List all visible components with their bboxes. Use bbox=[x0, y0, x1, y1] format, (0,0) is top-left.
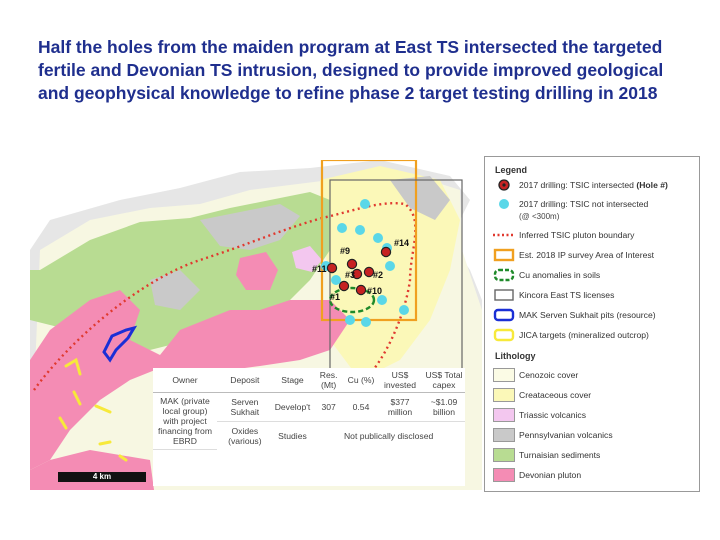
legend-item: 2017 drilling: TSIC intersected (Hole #) bbox=[493, 177, 693, 193]
drill-hole-marker bbox=[355, 284, 367, 296]
col-stage: Stage bbox=[272, 368, 313, 393]
lithology-item: Triassic volcanics bbox=[493, 407, 693, 423]
legend-label: JICA targets (mineralized outcrop) bbox=[519, 330, 649, 340]
scale-bar: 4 km bbox=[58, 472, 146, 482]
legend-label: Turnaisian sediments bbox=[519, 450, 601, 460]
legend-label: Creataceous cover bbox=[519, 390, 592, 400]
deposit-cell: Oxides (various) bbox=[228, 425, 262, 446]
legend-label-bold: (Hole #) bbox=[636, 180, 668, 190]
legend-label: 2017 drilling: TSIC intersected bbox=[519, 180, 634, 190]
legend-label: 2017 drilling: TSIC not intersected bbox=[519, 199, 649, 209]
grey-box-icon bbox=[493, 288, 515, 302]
legend-label: Devonian pluton bbox=[519, 470, 582, 480]
lithology-item: Pennsylvanian volcanics bbox=[493, 427, 693, 443]
dotted-red-line-icon bbox=[493, 228, 515, 242]
red-dot-icon bbox=[493, 178, 515, 192]
legend-label: Inferred TSIC pluton boundary bbox=[519, 230, 635, 240]
stage-cell: Develop't bbox=[272, 392, 313, 422]
col-invested: US$ invested bbox=[377, 368, 423, 393]
legend-item: Kincora East TS licenses bbox=[493, 287, 693, 303]
orange-box-icon bbox=[493, 248, 515, 262]
disclosure-cell: Not publically disclosed bbox=[343, 430, 434, 441]
lithology-heading: Lithology bbox=[495, 351, 536, 361]
col-owner: Owner bbox=[153, 368, 217, 393]
drill-hole-label: #14 bbox=[394, 238, 409, 248]
resource-cell: 307 bbox=[312, 392, 345, 422]
legend-item: Inferred TSIC pluton boundary bbox=[493, 227, 693, 243]
col-capex: US$ Total capex bbox=[423, 368, 465, 393]
cretaceous-swatch bbox=[493, 388, 515, 402]
table-row: MAK (private local group) with project f… bbox=[153, 392, 465, 450]
deposit-cell: Serven Sukhait bbox=[217, 392, 273, 422]
legend-item: Est. 2018 IP survey Area of Interest bbox=[493, 247, 693, 263]
legend-item: Cu anomalies in soils bbox=[493, 267, 693, 283]
drill-hole-label: #1 bbox=[330, 292, 340, 302]
drill-hole-label: #2 bbox=[373, 270, 383, 280]
col-resource: Res. (Mt) bbox=[312, 368, 345, 393]
drill-hole-label: #3 bbox=[345, 270, 355, 280]
lithology-item: Turnaisian sediments bbox=[493, 447, 693, 463]
drill-hole-label: #10 bbox=[367, 286, 382, 296]
legend-label: Cu anomalies in soils bbox=[519, 270, 601, 280]
col-cu: Cu (%) bbox=[345, 368, 377, 393]
col-deposit: Deposit bbox=[217, 368, 273, 393]
cyan-dot-icon bbox=[493, 197, 515, 211]
pennsylvanian-swatch bbox=[493, 428, 515, 442]
yellow-box-icon bbox=[493, 328, 515, 342]
legend-label: Triassic volcanics bbox=[519, 410, 587, 420]
lithology-item: Creataceous cover bbox=[493, 387, 693, 403]
legend-label: MAK Serven Sukhait pits (resource) bbox=[519, 310, 656, 320]
drill-hole-marker bbox=[338, 280, 350, 292]
legend-panel: Legend 2017 drilling: TSIC intersected (… bbox=[484, 156, 700, 492]
blue-box-icon bbox=[493, 308, 515, 322]
legend-heading: Legend bbox=[495, 165, 528, 175]
turnaisian-swatch bbox=[493, 448, 515, 462]
lithology-item: Cenozoic cover bbox=[493, 367, 693, 383]
legend-sub: (@ <300m) bbox=[519, 212, 560, 221]
capex-cell: ~$1.09 billion bbox=[423, 392, 465, 422]
legend-item: 2017 drilling: TSIC not intersected bbox=[493, 196, 693, 212]
stage-cell: Studies bbox=[278, 430, 307, 441]
slide-title: Half the holes from the maiden program a… bbox=[38, 37, 664, 103]
drill-hole-label: #9 bbox=[340, 246, 350, 256]
legend-label: Cenozoic cover bbox=[519, 370, 579, 380]
deposit-table: Owner Deposit Stage Res. (Mt) Cu (%) US$… bbox=[153, 368, 465, 486]
legend-label: Est. 2018 IP survey Area of Interest bbox=[519, 250, 655, 260]
legend-label: Kincora East TS licenses bbox=[519, 290, 615, 300]
green-dashed-box-icon bbox=[493, 268, 515, 282]
invested-cell: $377 million bbox=[377, 392, 423, 422]
drill-hole-label: #11 bbox=[312, 264, 327, 274]
drill-hole-marker bbox=[326, 262, 338, 274]
drill-hole-marker bbox=[380, 246, 392, 258]
legend-label: Pennsylvanian volcanics bbox=[519, 430, 613, 440]
lithology-item: Devonian pluton bbox=[493, 467, 693, 483]
cenozoic-swatch bbox=[493, 368, 515, 382]
legend-item: MAK Serven Sukhait pits (resource) bbox=[493, 307, 693, 323]
owner-cell: MAK (private local group) with project f… bbox=[153, 392, 217, 450]
table-header-row: Owner Deposit Stage Res. (Mt) Cu (%) US$… bbox=[153, 368, 465, 393]
cu-cell: 0.54 bbox=[345, 392, 377, 422]
devonian-swatch bbox=[493, 468, 515, 482]
drill-hole-marker bbox=[346, 258, 358, 270]
triassic-swatch bbox=[493, 408, 515, 422]
legend-item: JICA targets (mineralized outcrop) bbox=[493, 327, 693, 343]
